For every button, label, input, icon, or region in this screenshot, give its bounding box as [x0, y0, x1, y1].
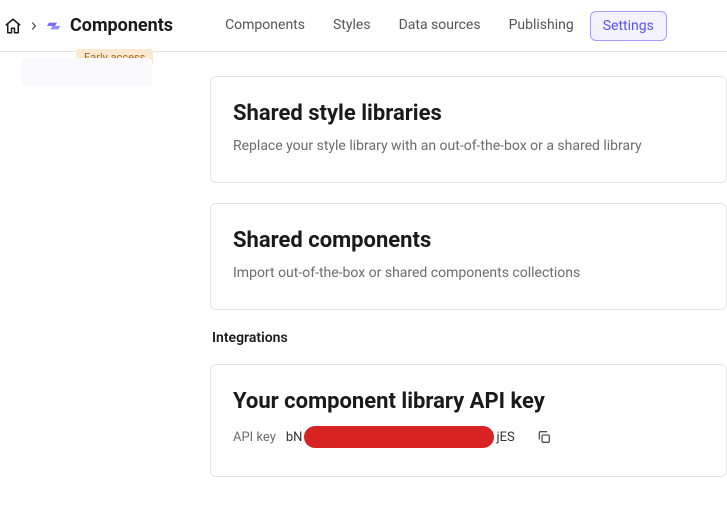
main-content: Shared style libraries Replace your styl… [0, 52, 727, 477]
tab-bar: Components Styles Data sources Publishin… [213, 11, 667, 41]
card-description: Import out-of-the-box or shared componen… [233, 265, 704, 281]
tab-components[interactable]: Components [213, 11, 317, 41]
api-key-prefix: bN [286, 430, 303, 445]
app-logo-icon [46, 17, 64, 35]
api-key-redacted [304, 426, 494, 448]
card-title: Your component library API key [233, 389, 704, 414]
tab-data-sources[interactable]: Data sources [387, 11, 493, 41]
tab-publishing[interactable]: Publishing [497, 11, 586, 41]
tab-styles[interactable]: Styles [321, 11, 383, 41]
card-title: Shared style libraries [233, 101, 704, 126]
api-key-suffix: jES [496, 430, 514, 445]
api-key-label: API key [233, 430, 276, 445]
api-key-value: bN jES [286, 426, 515, 448]
tab-settings[interactable]: Settings [590, 11, 667, 41]
breadcrumb-title[interactable]: Components [70, 15, 173, 36]
api-key-row: API key bN jES [233, 426, 704, 448]
card-description: Replace your style library with an out-o… [233, 138, 704, 154]
card-title: Shared components [233, 228, 704, 253]
breadcrumb: Components Early access [4, 15, 185, 36]
home-icon[interactable] [4, 17, 22, 35]
top-bar: Components Early access Components Style… [0, 0, 727, 52]
section-integrations-label: Integrations [212, 330, 727, 346]
copy-icon[interactable] [535, 428, 553, 446]
sidebar-placeholder [22, 58, 152, 86]
chevron-right-icon [28, 20, 40, 32]
card-api-key: Your component library API key API key b… [210, 364, 727, 477]
card-shared-components: Shared components Import out-of-the-box … [210, 203, 727, 310]
card-shared-style-libraries: Shared style libraries Replace your styl… [210, 76, 727, 183]
